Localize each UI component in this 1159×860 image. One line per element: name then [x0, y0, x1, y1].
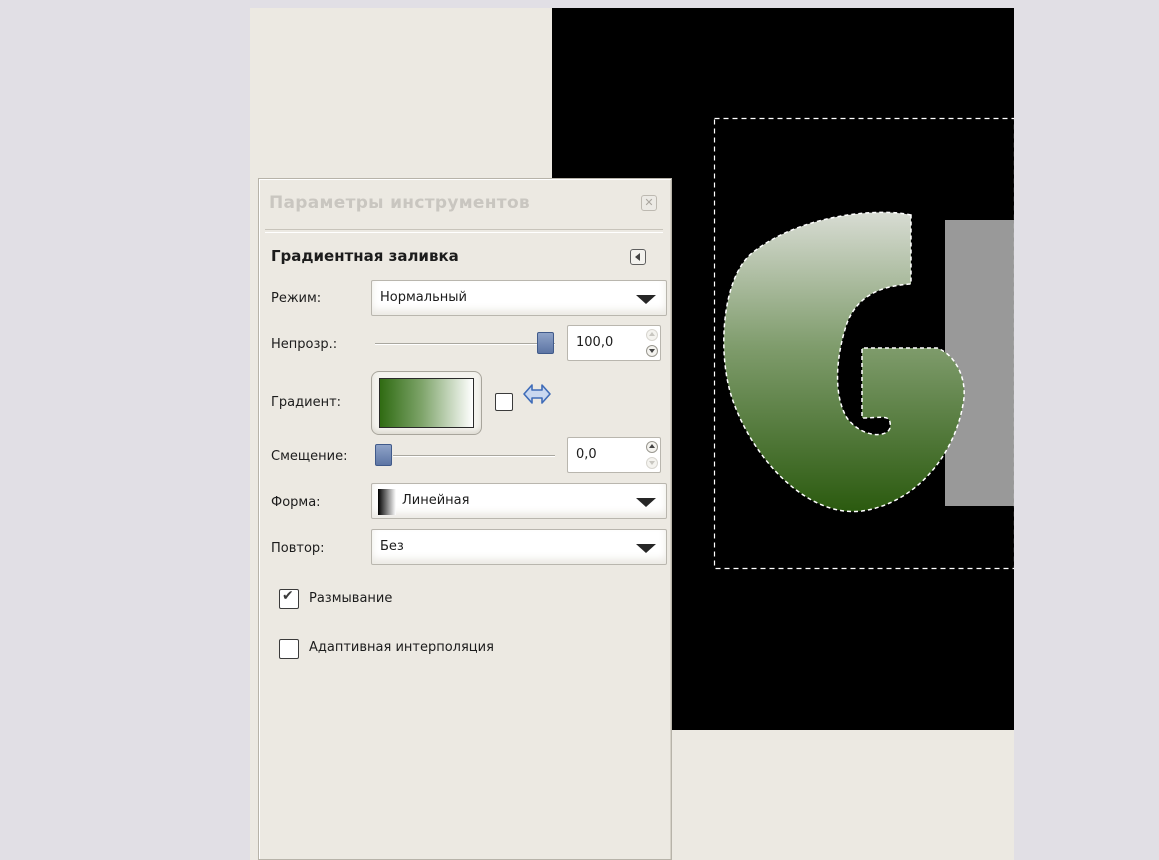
offset-slider-handle[interactable]	[375, 444, 392, 466]
repeat-label: Повтор:	[271, 541, 325, 556]
gradient-picker-button[interactable]	[371, 371, 482, 435]
offset-label: Смещение:	[271, 449, 348, 464]
opacity-slider-track[interactable]	[375, 343, 555, 345]
adaptive-interpolation-checkbox[interactable]	[279, 639, 299, 659]
reverse-gradient-checkbox[interactable]	[495, 393, 513, 411]
gradient-preview	[379, 378, 474, 428]
offset-spinner[interactable]: 0,0	[567, 437, 661, 473]
chevron-down-icon	[636, 544, 656, 553]
offset-value: 0,0	[576, 447, 597, 462]
reverse-gradient-icon[interactable]	[522, 382, 552, 406]
tool-options-panel: Параметры инструментов ✕ Градиентная зал…	[258, 178, 672, 860]
spin-up-icon[interactable]	[646, 441, 658, 453]
opacity-label: Непрозр.:	[271, 337, 338, 352]
close-icon[interactable]: ✕	[641, 195, 657, 211]
opacity-spinner[interactable]: 100,0	[567, 325, 661, 361]
panel-title: Параметры инструментов	[269, 193, 530, 213]
shape-dropdown[interactable]: Линейная	[371, 483, 667, 519]
gray-letter-fragment	[945, 220, 1014, 506]
green-g-letter	[723, 211, 965, 513]
mode-label: Режим:	[271, 291, 322, 306]
shape-label: Форма:	[271, 495, 321, 510]
dither-checkbox[interactable]: ✔	[279, 588, 299, 609]
checkmark-icon: ✔	[282, 588, 294, 604]
opacity-value: 100,0	[576, 335, 614, 350]
spin-up-icon[interactable]	[646, 329, 658, 341]
dither-label: Размывание	[309, 591, 393, 606]
collapse-icon[interactable]	[630, 249, 646, 265]
spin-down-icon[interactable]	[646, 345, 658, 357]
spin-down-icon[interactable]	[646, 457, 658, 469]
repeat-dropdown[interactable]: Без	[371, 529, 667, 565]
gradient-label: Градиент:	[271, 395, 342, 410]
repeat-value: Без	[380, 539, 404, 554]
opacity-slider-handle[interactable]	[537, 332, 554, 354]
linear-gradient-icon	[378, 489, 396, 515]
shape-value: Линейная	[402, 493, 470, 508]
mode-dropdown[interactable]: Нормальный	[371, 280, 667, 316]
chevron-down-icon	[636, 498, 656, 507]
chevron-down-icon	[636, 295, 656, 304]
adaptive-interpolation-label: Адаптивная интерполяция	[309, 640, 494, 655]
offset-slider-track[interactable]	[393, 455, 555, 457]
mode-value: Нормальный	[380, 290, 467, 305]
title-divider	[265, 229, 663, 233]
section-title: Градиентная заливка	[271, 247, 459, 265]
